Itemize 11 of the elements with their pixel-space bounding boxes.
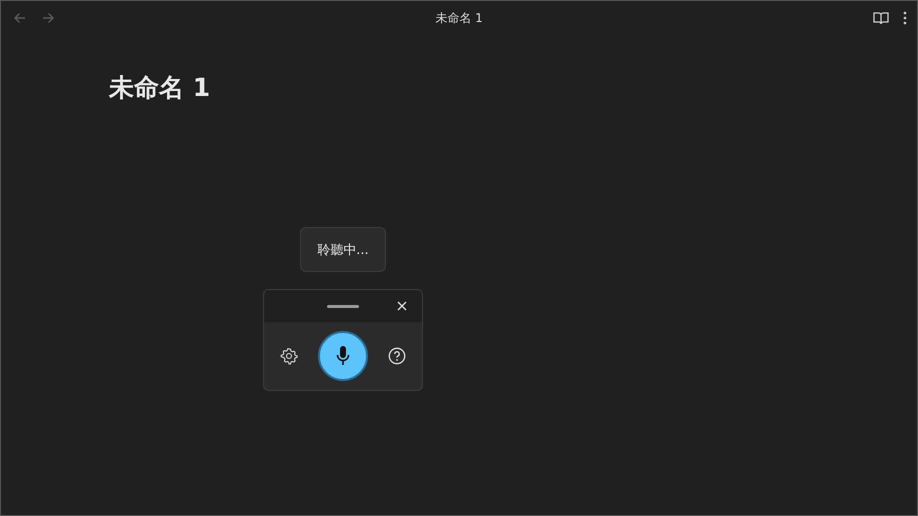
microphone-icon[interactable] bbox=[336, 345, 350, 367]
help-icon[interactable] bbox=[388, 347, 406, 365]
microphone-button[interactable] bbox=[318, 331, 368, 381]
listening-tooltip: 聆聽中... bbox=[300, 227, 386, 272]
document-heading: 未命名 1 bbox=[109, 72, 212, 104]
drag-handle[interactable] bbox=[327, 304, 359, 308]
book-icon[interactable] bbox=[873, 11, 889, 25]
more-icon[interactable] bbox=[903, 11, 907, 25]
settings-icon[interactable] bbox=[280, 347, 298, 365]
window-title: 未命名 1 bbox=[435, 10, 483, 26]
close-icon[interactable] bbox=[397, 301, 407, 311]
